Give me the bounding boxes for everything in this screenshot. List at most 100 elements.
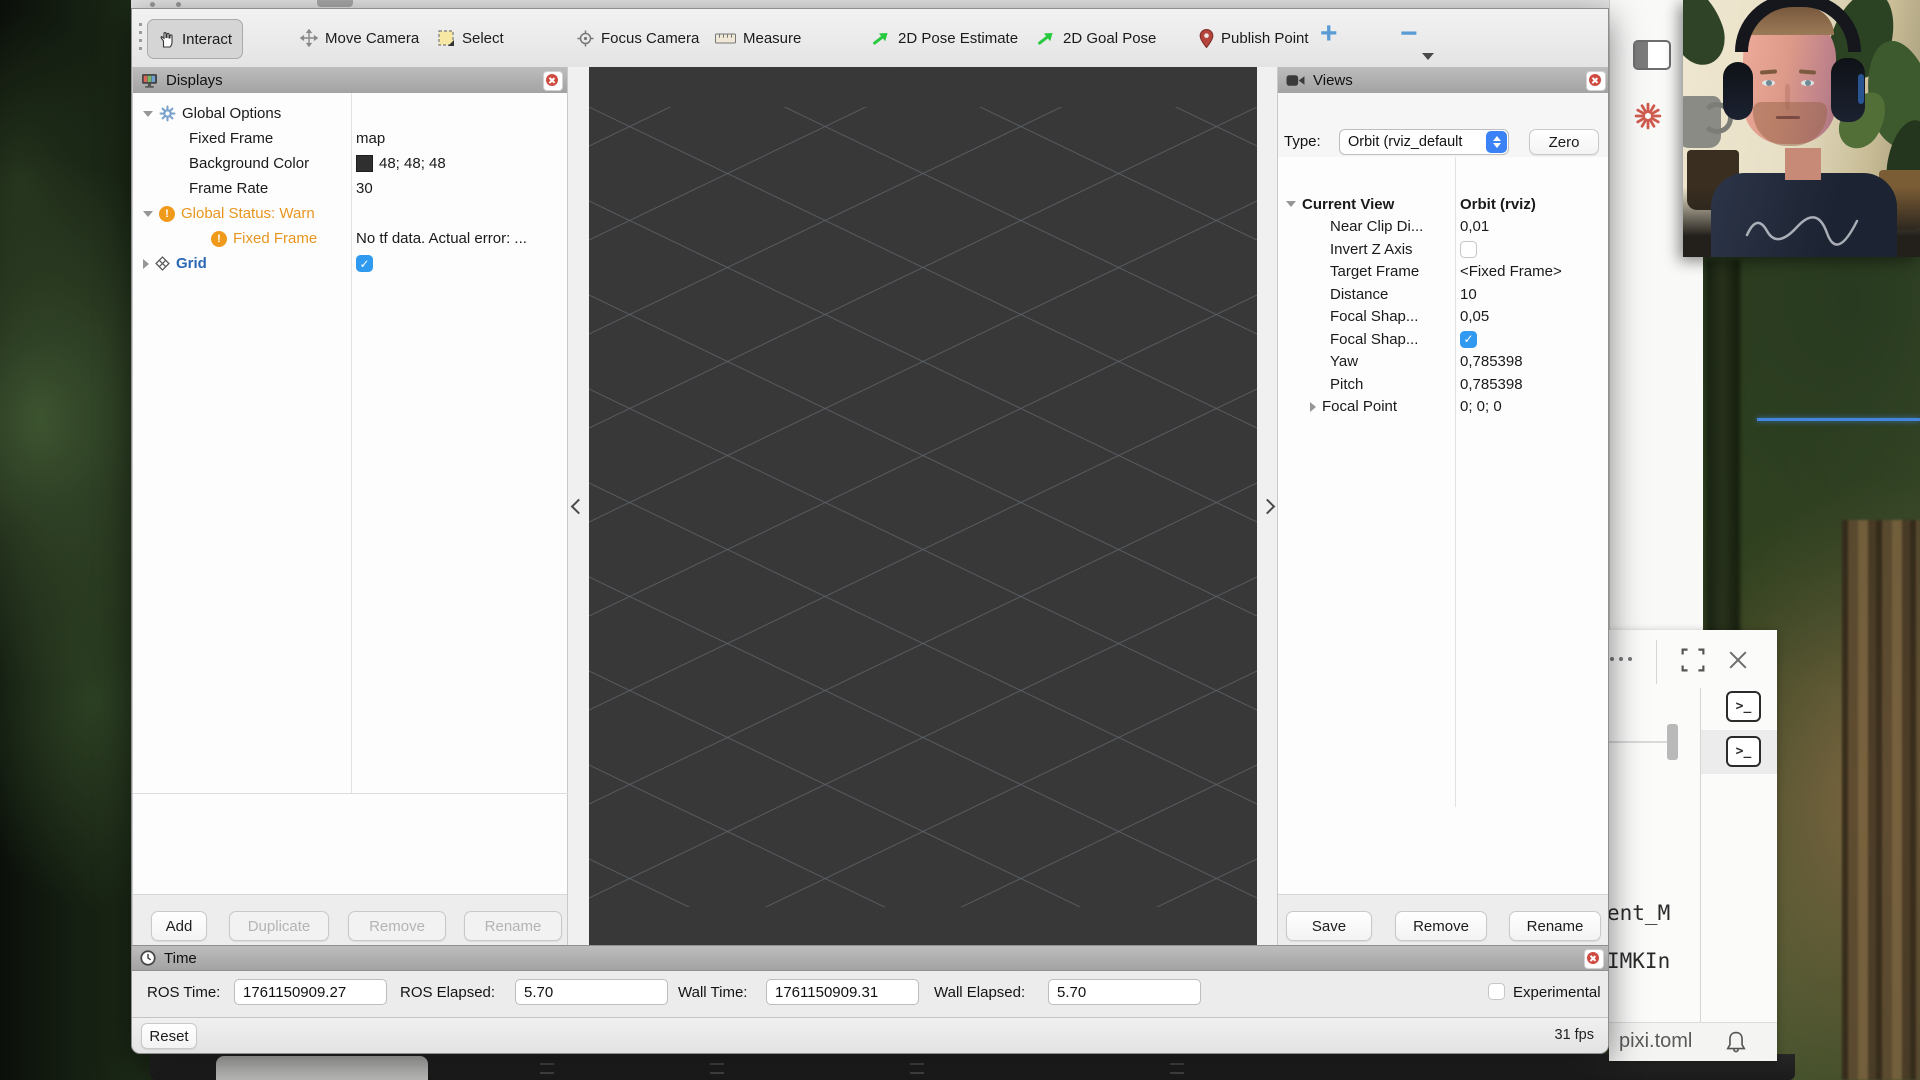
property-value: 0,785398 bbox=[1455, 376, 1523, 393]
toolbar-item-2d-goal-pose[interactable]: 2D Goal Pose bbox=[1025, 19, 1166, 57]
view-type-dropdown[interactable]: Orbit (rviz_default bbox=[1339, 129, 1509, 155]
property-name: Yaw bbox=[1278, 353, 1455, 370]
chevron-right-icon[interactable] bbox=[143, 259, 149, 269]
property-checkbox[interactable] bbox=[1460, 241, 1477, 258]
view-type-label: Type: bbox=[1284, 133, 1321, 150]
time-field-label: Wall Elapsed: bbox=[934, 984, 1025, 1001]
3d-viewport[interactable] bbox=[589, 67, 1257, 945]
property-name: Grid bbox=[133, 255, 351, 272]
displays-row[interactable]: Fixed Framemap bbox=[133, 126, 567, 151]
time-panel-titlebar[interactable]: Time bbox=[132, 945, 1608, 971]
displays-row[interactable]: Background Color48; 48; 48 bbox=[133, 151, 567, 176]
bell-icon[interactable] bbox=[1725, 1030, 1747, 1055]
property-name: Fixed Frame bbox=[133, 130, 351, 147]
red-asterisk-icon bbox=[1634, 102, 1662, 130]
views-row[interactable]: Focal Shap... 0,05 bbox=[1278, 306, 1609, 329]
views-row[interactable]: Focal Shap...✓ bbox=[1278, 328, 1609, 351]
toolbar-item-interact[interactable]: Interact bbox=[147, 19, 243, 59]
property-value-text: 0,05 bbox=[1460, 308, 1489, 325]
rviz-window: Interact Move CameraSelect Focus CameraMea… bbox=[131, 8, 1609, 1054]
displays-row[interactable]: !Fixed FrameNo tf data. Actual error: ..… bbox=[133, 226, 567, 251]
views-close-button[interactable] bbox=[1586, 71, 1606, 91]
dock-glyph bbox=[1170, 1063, 1184, 1074]
green-arrow-icon bbox=[870, 28, 891, 49]
column-splitter[interactable] bbox=[351, 93, 352, 793]
divider bbox=[1656, 640, 1657, 684]
chevron-down-icon[interactable] bbox=[1286, 201, 1296, 207]
expand-icon[interactable] bbox=[1681, 648, 1705, 672]
terminal-icon[interactable]: >_ bbox=[1726, 736, 1761, 767]
time-field-ros-elapsed-[interactable]: 5.70 bbox=[515, 979, 668, 1005]
warning-icon: ! bbox=[159, 206, 175, 222]
displays-row[interactable]: !Global Status: Warn bbox=[133, 201, 567, 226]
displays-close-button[interactable] bbox=[543, 71, 563, 91]
displays-row[interactable]: Frame Rate30 bbox=[133, 176, 567, 201]
views-row[interactable]: Invert Z Axis bbox=[1278, 238, 1609, 261]
chevron-right-icon[interactable] bbox=[1310, 402, 1316, 412]
views-row[interactable]: Distance10 bbox=[1278, 283, 1609, 306]
rviz-statusbar: Reset 31 fps bbox=[132, 1017, 1608, 1054]
terminal-icon[interactable]: >_ bbox=[1726, 691, 1761, 722]
reset-button[interactable]: Reset bbox=[141, 1023, 197, 1049]
toolbar-item-select[interactable]: Select bbox=[428, 19, 514, 57]
chevron-down-icon[interactable] bbox=[143, 111, 153, 117]
property-label: Focal Shap... bbox=[1330, 308, 1418, 325]
time-field-wall-elapsed-[interactable]: 5.70 bbox=[1048, 979, 1201, 1005]
time-field-wall-time-[interactable]: 1761150909.31 bbox=[766, 979, 919, 1005]
webcam-overlay bbox=[1683, 0, 1920, 257]
views-row[interactable]: Yaw0,785398 bbox=[1278, 351, 1609, 374]
views-row[interactable]: Current ViewOrbit (rviz) bbox=[1278, 193, 1609, 216]
plant-leaf bbox=[1683, 0, 1733, 72]
pane-splitter[interactable] bbox=[133, 793, 569, 794]
remove-tool-button[interactable]: − bbox=[1400, 17, 1418, 51]
views-row[interactable]: Focal Point0; 0; 0 bbox=[1278, 396, 1609, 419]
displays-panel-titlebar[interactable]: Displays bbox=[133, 67, 567, 94]
toolbar-item-publish-point[interactable]: Publish Point bbox=[1189, 19, 1319, 57]
toolbar-item-focus-camera[interactable]: Focus Camera bbox=[567, 19, 709, 57]
panel-collapse-handle-left[interactable] bbox=[568, 67, 589, 945]
tiny-tab-fragment bbox=[317, 0, 353, 7]
tree-trunk-right bbox=[1842, 520, 1920, 1080]
experimental-checkbox[interactable] bbox=[1488, 983, 1505, 1000]
views-row[interactable]: Near Clip Di...0,01 bbox=[1278, 216, 1609, 239]
time-field-ros-time-[interactable]: 1761150909.27 bbox=[234, 979, 387, 1005]
headphone-earcup-left bbox=[1723, 62, 1753, 120]
views-rename-button[interactable]: Rename bbox=[1509, 911, 1601, 941]
add-tool-button[interactable]: + bbox=[1320, 17, 1338, 51]
zero-button[interactable]: Zero bbox=[1529, 129, 1599, 155]
time-close-button[interactable] bbox=[1584, 949, 1604, 969]
views-panel: Views Type: Orbit (rviz_default Zero Cur… bbox=[1277, 67, 1609, 945]
property-label: Fixed Frame bbox=[233, 230, 317, 247]
views-save-button[interactable]: Save bbox=[1286, 911, 1372, 941]
displays-add-button[interactable]: Add bbox=[151, 911, 207, 941]
time-panel-title: Time bbox=[164, 950, 197, 967]
chevron-down-icon[interactable] bbox=[143, 211, 153, 217]
dock-glyph bbox=[540, 1063, 554, 1074]
toolbar-item-2d-pose-estimate[interactable]: 2D Pose Estimate bbox=[860, 19, 1028, 57]
toolbar-item-measure[interactable]: Measure bbox=[705, 19, 811, 57]
sidebar-toggle-icon[interactable] bbox=[1633, 40, 1671, 70]
tiny-dot-icon bbox=[150, 2, 155, 7]
toolbar-drag-handle[interactable] bbox=[139, 23, 142, 53]
property-name: Target Frame bbox=[1278, 263, 1455, 280]
views-row[interactable]: Pitch0,785398 bbox=[1278, 373, 1609, 396]
more-options-icon[interactable] bbox=[1610, 656, 1636, 662]
displays-duplicate-button: Duplicate bbox=[229, 911, 329, 941]
views-panel-titlebar[interactable]: Views bbox=[1278, 67, 1609, 94]
property-label: Invert Z Axis bbox=[1330, 241, 1413, 258]
views-row[interactable]: Target Frame<Fixed Frame> bbox=[1278, 261, 1609, 284]
property-name: !Global Status: Warn bbox=[133, 205, 351, 222]
property-value: 0; 0; 0 bbox=[1455, 398, 1502, 415]
scrollbar-thumb[interactable] bbox=[1667, 724, 1678, 760]
close-icon[interactable] bbox=[1727, 649, 1749, 671]
toolbar-item-move-camera[interactable]: Move Camera bbox=[290, 19, 429, 57]
property-checkbox[interactable]: ✓ bbox=[1460, 331, 1477, 348]
property-checkbox[interactable]: ✓ bbox=[356, 255, 373, 272]
displays-row[interactable]: Grid ✓ bbox=[133, 251, 567, 276]
views-remove-button[interactable]: Remove bbox=[1395, 911, 1487, 941]
experimental-label: Experimental bbox=[1513, 984, 1601, 1001]
displays-row[interactable]: Global Options bbox=[133, 101, 567, 126]
dropdown-stepper-icon bbox=[1486, 131, 1507, 153]
toolbar-overflow-chevron-icon[interactable] bbox=[1422, 53, 1434, 60]
panel-collapse-handle-right[interactable] bbox=[1257, 67, 1278, 945]
